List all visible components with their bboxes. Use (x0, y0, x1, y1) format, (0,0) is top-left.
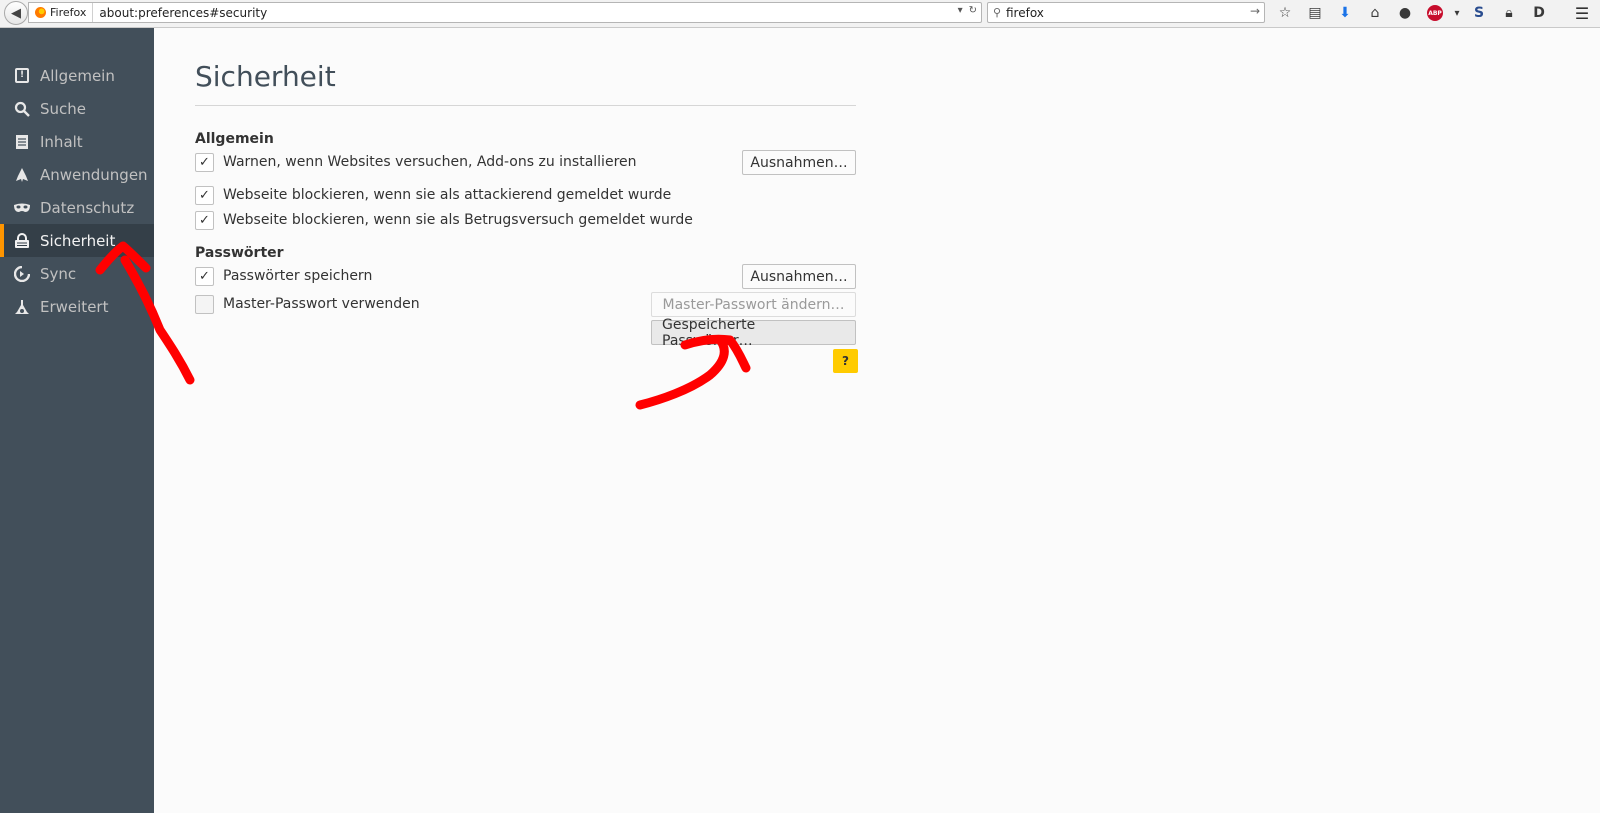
home-icon[interactable]: ⌂ (1360, 2, 1390, 24)
search-bar[interactable]: ⚲ firefox → (987, 2, 1265, 23)
save-passwords-label[interactable]: Passwörter speichern (223, 268, 372, 284)
search-input[interactable]: firefox (1006, 6, 1044, 20)
general-icon: ! (13, 67, 31, 85)
warn-addons-checkbox[interactable]: ✓ (195, 152, 214, 172)
block-forgery-checkbox[interactable]: ✓ (195, 210, 214, 230)
identity-label: Firefox (50, 6, 87, 19)
warn-addons-label[interactable]: Warnen, wenn Websites versuchen, Add-ons… (223, 154, 637, 170)
master-password-label[interactable]: Master-Passwort verwenden (223, 296, 420, 312)
adblock-icon[interactable]: ABP (1420, 2, 1450, 24)
search-go-icon[interactable]: → (1250, 4, 1260, 18)
adblock-dropdown-icon[interactable]: ▾ (1450, 2, 1464, 24)
chat-icon[interactable]: ● (1390, 2, 1420, 24)
save-passwords-row: ✓ Passwörter speichern (195, 265, 372, 287)
search-icon (13, 100, 31, 118)
privacy-mask-icon (13, 199, 31, 217)
sidebar-item-sicherheit[interactable]: Sicherheit (0, 224, 154, 257)
block-attack-row: ✓ Webseite blockieren, wenn sie als atta… (195, 184, 671, 206)
identity-box[interactable]: Firefox (29, 3, 94, 22)
passwords-exceptions-button[interactable]: Ausnahmen… (742, 264, 856, 289)
advanced-icon (13, 298, 31, 316)
url-text[interactable]: about:preferences#security (93, 6, 267, 20)
lock-extension-icon[interactable]: 🔒︎ (1494, 2, 1524, 24)
master-password-row: Master-Passwort verwenden (195, 293, 420, 315)
save-passwords-checkbox[interactable]: ✓ (195, 266, 214, 286)
back-button[interactable]: ◀ (4, 1, 28, 25)
content-icon (13, 133, 31, 151)
bookmark-star-icon[interactable]: ☆ (1270, 2, 1300, 24)
security-lock-icon (13, 232, 31, 250)
preferences-pane: Sicherheit Allgemein ✓ Warnen, wenn Webs… (154, 28, 1600, 813)
warn-addons-row: ✓ Warnen, wenn Websites versuchen, Add-o… (195, 151, 637, 173)
sidebar-item-allgemein[interactable]: ! Allgemein (0, 59, 154, 92)
passwords-group-heading: Passwörter (195, 245, 284, 261)
addons-exceptions-button[interactable]: Ausnahmen… (742, 150, 856, 175)
block-forgery-label[interactable]: Webseite blockieren, wenn sie als Betrug… (223, 212, 693, 228)
sidebar-item-datenschutz[interactable]: Datenschutz (0, 191, 154, 224)
help-button[interactable]: ? (833, 349, 858, 373)
block-forgery-row: ✓ Webseite blockieren, wenn sie als Betr… (195, 209, 693, 231)
sync-icon (13, 265, 31, 283)
firefox-logo-icon (35, 7, 46, 18)
sidebar-item-erweitert[interactable]: Erweitert (0, 290, 154, 323)
sidebar-item-anwendungen[interactable]: Anwendungen (0, 158, 154, 191)
title-divider (195, 105, 856, 106)
block-attack-checkbox[interactable]: ✓ (195, 185, 214, 205)
applications-icon (13, 166, 31, 184)
general-group-heading: Allgemein (195, 131, 274, 147)
s-extension-icon[interactable]: S (1464, 2, 1494, 24)
reload-icon[interactable]: ↻ (969, 5, 977, 16)
toolbar-icons: ☆ ▤ ⬇ ⌂ ● ABP ▾ S 🔒︎ D (1270, 2, 1554, 24)
sidebar-item-sync[interactable]: Sync (0, 257, 154, 290)
bookmarks-menu-icon[interactable]: ▤ (1300, 2, 1330, 24)
url-bar[interactable]: Firefox about:preferences#security ▾ ↻ (28, 2, 982, 23)
block-attack-label[interactable]: Webseite blockieren, wenn sie als attack… (223, 187, 671, 203)
change-master-password-button: Master-Passwort ändern… (651, 292, 856, 317)
saved-passwords-button[interactable]: Gespeicherte Passwörter… (651, 317, 856, 349)
sidebar-item-inhalt[interactable]: Inhalt (0, 125, 154, 158)
d-extension-icon[interactable]: D (1524, 2, 1554, 24)
master-password-checkbox[interactable] (195, 294, 214, 314)
page-title: Sicherheit (195, 60, 336, 93)
navigation-toolbar: ◀ Firefox about:preferences#security ▾ ↻… (0, 0, 1600, 28)
back-arrow-icon: ◀ (11, 5, 21, 21)
sidebar-item-suche[interactable]: Suche (0, 92, 154, 125)
hamburger-menu-icon[interactable]: ☰ (1570, 2, 1594, 24)
categories-sidebar: ! Allgemein Suche Inhalt Anwendungen Dat… (0, 28, 154, 813)
dropdown-arrow-icon[interactable]: ▾ (958, 5, 963, 16)
downloads-icon[interactable]: ⬇ (1330, 2, 1360, 24)
search-icon: ⚲ (992, 6, 1002, 19)
